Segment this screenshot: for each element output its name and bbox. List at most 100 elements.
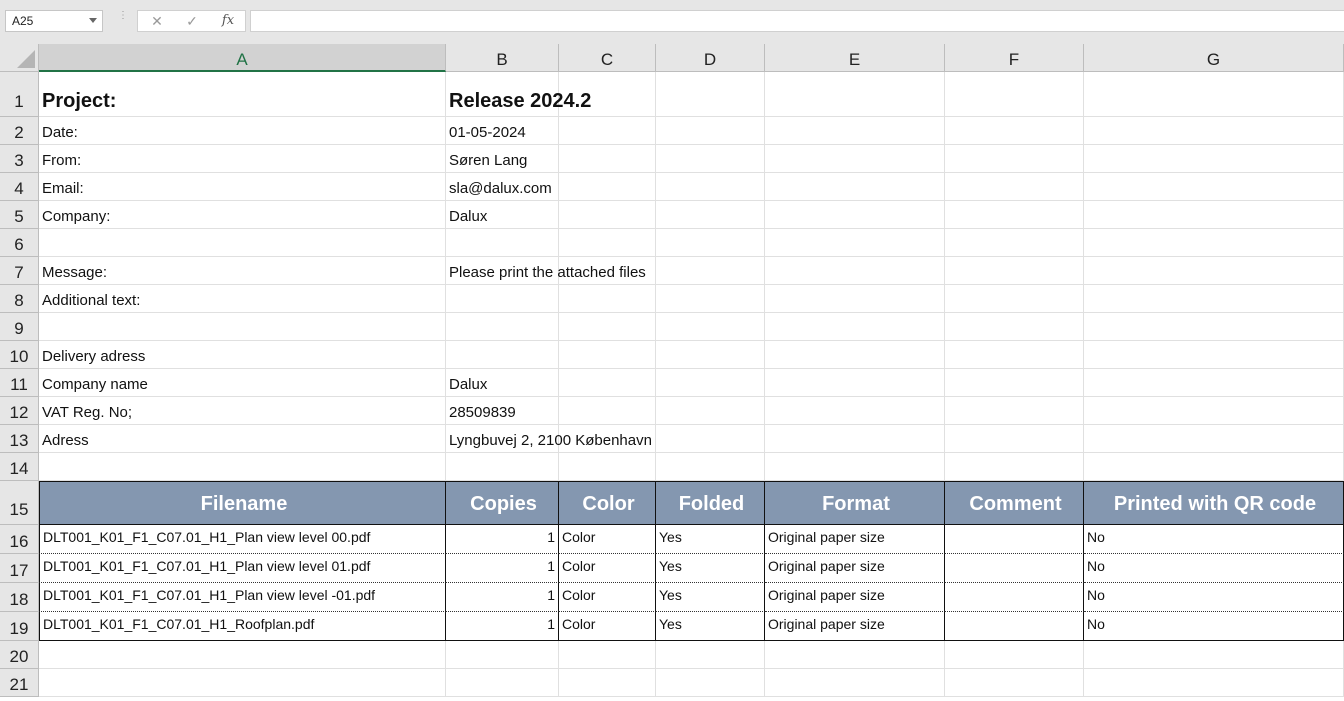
- cell-g13[interactable]: [1084, 425, 1344, 453]
- cell-d5[interactable]: [656, 201, 765, 229]
- cell-g8[interactable]: [1084, 285, 1344, 313]
- cell-f4[interactable]: [945, 173, 1084, 201]
- cell-c10[interactable]: [559, 341, 656, 369]
- cell-c19[interactable]: Color: [559, 612, 656, 641]
- cell-e17[interactable]: Original paper size: [765, 554, 945, 583]
- cancel-icon[interactable]: ✕: [142, 11, 172, 31]
- row-header-8[interactable]: 8: [0, 285, 39, 313]
- column-header-d[interactable]: D: [656, 44, 765, 72]
- cell-g2[interactable]: [1084, 117, 1344, 145]
- cell-b12[interactable]: 28509839: [446, 397, 559, 425]
- cell-d4[interactable]: [656, 173, 765, 201]
- cell-e10[interactable]: [765, 341, 945, 369]
- cell-e16[interactable]: Original paper size: [765, 525, 945, 554]
- row-header-20[interactable]: 20: [0, 641, 39, 669]
- cell-g15[interactable]: Printed with QR code: [1084, 481, 1344, 525]
- row-header-18[interactable]: 18: [0, 583, 39, 612]
- cell-b2[interactable]: 01-05-2024: [446, 117, 559, 145]
- cell-a19[interactable]: DLT001_K01_F1_C07.01_H1_Roofplan.pdf: [39, 612, 446, 641]
- cell-b21[interactable]: [446, 669, 559, 697]
- drag-handle-icon[interactable]: ⋮: [118, 11, 128, 27]
- cell-c9[interactable]: [559, 313, 656, 341]
- cell-d16[interactable]: Yes: [656, 525, 765, 554]
- row-header-16[interactable]: 16: [0, 525, 39, 554]
- cell-a17[interactable]: DLT001_K01_F1_C07.01_H1_Plan view level …: [39, 554, 446, 583]
- cell-c17[interactable]: Color: [559, 554, 656, 583]
- cell-b20[interactable]: [446, 641, 559, 669]
- cell-g12[interactable]: [1084, 397, 1344, 425]
- cell-e1[interactable]: [765, 72, 945, 117]
- cell-e9[interactable]: [765, 313, 945, 341]
- cell-e4[interactable]: [765, 173, 945, 201]
- cell-f20[interactable]: [945, 641, 1084, 669]
- cell-a7[interactable]: Message:: [39, 257, 446, 285]
- cell-c14[interactable]: [559, 453, 656, 481]
- cell-c1[interactable]: [559, 72, 656, 117]
- cell-b15[interactable]: Copies: [446, 481, 559, 525]
- cell-d7[interactable]: [656, 257, 765, 285]
- cell-g19[interactable]: No: [1084, 612, 1344, 641]
- cell-g21[interactable]: [1084, 669, 1344, 697]
- cell-f13[interactable]: [945, 425, 1084, 453]
- cell-c13[interactable]: [559, 425, 656, 453]
- cell-b10[interactable]: [446, 341, 559, 369]
- cell-c18[interactable]: Color: [559, 583, 656, 612]
- cell-c5[interactable]: [559, 201, 656, 229]
- cell-c15[interactable]: Color: [559, 481, 656, 525]
- cell-e12[interactable]: [765, 397, 945, 425]
- cell-g20[interactable]: [1084, 641, 1344, 669]
- cell-g9[interactable]: [1084, 313, 1344, 341]
- cell-f11[interactable]: [945, 369, 1084, 397]
- cell-b14[interactable]: [446, 453, 559, 481]
- select-all-button[interactable]: [0, 44, 39, 72]
- cell-a3[interactable]: From:: [39, 145, 446, 173]
- cell-a10[interactable]: Delivery adress: [39, 341, 446, 369]
- cell-f21[interactable]: [945, 669, 1084, 697]
- cell-e15[interactable]: Format: [765, 481, 945, 525]
- row-header-3[interactable]: 3: [0, 145, 39, 173]
- cell-a16[interactable]: DLT001_K01_F1_C07.01_H1_Plan view level …: [39, 525, 446, 554]
- cell-c12[interactable]: [559, 397, 656, 425]
- cell-f1[interactable]: [945, 72, 1084, 117]
- insert-function-icon[interactable]: fx: [213, 11, 243, 31]
- cell-c21[interactable]: [559, 669, 656, 697]
- cell-f17[interactable]: [945, 554, 1084, 583]
- cell-g1[interactable]: [1084, 72, 1344, 117]
- cell-g18[interactable]: No: [1084, 583, 1344, 612]
- cell-g4[interactable]: [1084, 173, 1344, 201]
- cell-b6[interactable]: [446, 229, 559, 257]
- cell-c16[interactable]: Color: [559, 525, 656, 554]
- cell-g10[interactable]: [1084, 341, 1344, 369]
- row-header-6[interactable]: 6: [0, 229, 39, 257]
- row-header-2[interactable]: 2: [0, 117, 39, 145]
- cell-f9[interactable]: [945, 313, 1084, 341]
- cell-f18[interactable]: [945, 583, 1084, 612]
- cell-e11[interactable]: [765, 369, 945, 397]
- column-header-b[interactable]: B: [446, 44, 559, 72]
- cell-e3[interactable]: [765, 145, 945, 173]
- cell-b3[interactable]: Søren Lang: [446, 145, 559, 173]
- cell-f19[interactable]: [945, 612, 1084, 641]
- cell-c8[interactable]: [559, 285, 656, 313]
- cell-a18[interactable]: DLT001_K01_F1_C07.01_H1_Plan view level …: [39, 583, 446, 612]
- cell-g5[interactable]: [1084, 201, 1344, 229]
- cell-d10[interactable]: [656, 341, 765, 369]
- cell-b11[interactable]: Dalux: [446, 369, 559, 397]
- cell-a8[interactable]: Additional text:: [39, 285, 446, 313]
- row-header-7[interactable]: 7: [0, 257, 39, 285]
- column-header-f[interactable]: F: [945, 44, 1084, 72]
- row-header-17[interactable]: 17: [0, 554, 39, 583]
- cell-g6[interactable]: [1084, 229, 1344, 257]
- cell-c6[interactable]: [559, 229, 656, 257]
- cell-d14[interactable]: [656, 453, 765, 481]
- cell-f10[interactable]: [945, 341, 1084, 369]
- row-header-4[interactable]: 4: [0, 173, 39, 201]
- row-header-13[interactable]: 13: [0, 425, 39, 453]
- cell-d18[interactable]: Yes: [656, 583, 765, 612]
- cell-b18[interactable]: 1: [446, 583, 559, 612]
- row-header-1[interactable]: 1: [0, 72, 39, 117]
- cell-e13[interactable]: [765, 425, 945, 453]
- column-header-a[interactable]: A: [39, 44, 446, 72]
- row-header-15[interactable]: 15: [0, 481, 39, 525]
- formula-input[interactable]: [250, 10, 1344, 32]
